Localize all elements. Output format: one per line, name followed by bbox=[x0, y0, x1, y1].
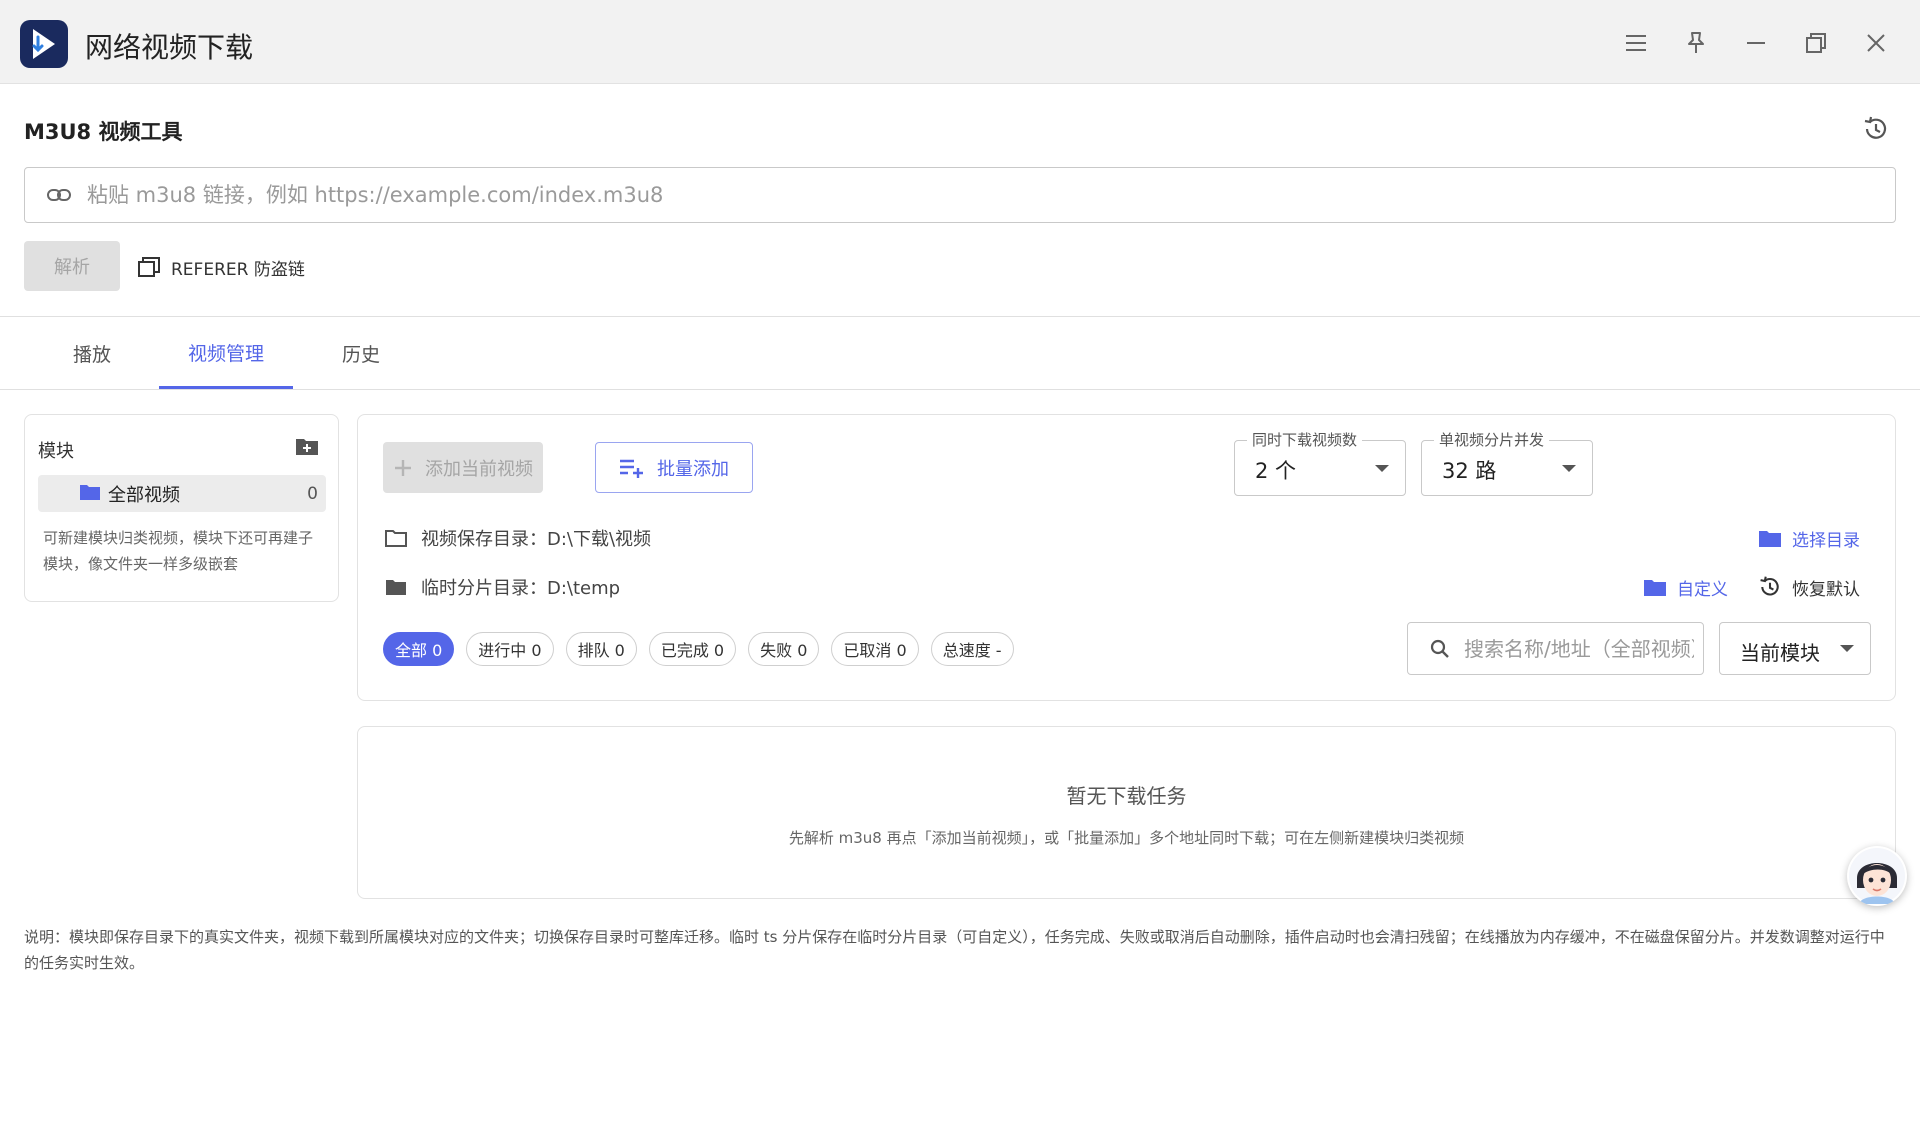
module-item-all-videos[interactable]: 全部视频 0 bbox=[38, 475, 326, 512]
dropdown-arrow-icon bbox=[1375, 465, 1389, 472]
restore-icon[interactable] bbox=[1799, 26, 1833, 60]
total-speed-badge: 总速度 - bbox=[930, 632, 1014, 666]
section-title: M3U8 视频工具 bbox=[24, 120, 183, 144]
batch-add-label: 批量添加 bbox=[657, 458, 729, 480]
module-description: 可新建模块归类视频，模块下还可再建子模块，像文件夹一样多级嵌套 bbox=[43, 529, 314, 573]
plus-icon bbox=[393, 458, 413, 478]
task-list-panel: 暂无下载任务 先解析 m3u8 再点「添加当前视频」，或「批量添加」多个地址同时… bbox=[357, 726, 1896, 899]
segment-concurrency-label: 单视频分片并发 bbox=[1434, 429, 1550, 450]
filter-failed[interactable]: 失败 0 bbox=[748, 632, 820, 666]
tab-play[interactable]: 播放 bbox=[52, 318, 132, 389]
app-logo bbox=[20, 20, 68, 68]
parse-button[interactable]: 解析 bbox=[24, 241, 120, 291]
close-icon[interactable] bbox=[1859, 26, 1893, 60]
save-directory-label: 视频保存目录：D:\下载\视频 bbox=[421, 529, 652, 550]
link-icon bbox=[47, 188, 71, 202]
concurrent-videos-value: 2 个 bbox=[1255, 459, 1297, 483]
module-item-label: 全部视频 bbox=[108, 484, 180, 506]
tab-video-management[interactable]: 视频管理 bbox=[159, 318, 293, 389]
folder-icon bbox=[1758, 529, 1782, 548]
concurrent-videos-label: 同时下载视频数 bbox=[1247, 429, 1363, 450]
tab-history[interactable]: 历史 bbox=[321, 318, 401, 389]
folder-icon bbox=[79, 483, 101, 501]
assistant-avatar[interactable] bbox=[1847, 846, 1907, 906]
app-title: 网络视频下载 bbox=[85, 31, 254, 64]
choose-directory-button[interactable]: 选择目录 bbox=[1758, 522, 1860, 554]
menu-icon[interactable] bbox=[1619, 26, 1653, 60]
filter-in-progress[interactable]: 进行中 0 bbox=[466, 632, 554, 666]
history-icon[interactable] bbox=[1862, 115, 1890, 143]
status-filter-bar: 全部 0 进行中 0 排队 0 已完成 0 失败 0 已取消 0 总速度 - bbox=[383, 632, 1014, 666]
search-scope-select[interactable]: 当前模块 bbox=[1719, 622, 1871, 675]
download-manager-panel: 添加当前视频 批量添加 同时下载视频数 2 个 单视频分片并发 32 路 视频保… bbox=[357, 414, 1896, 701]
folder-icon bbox=[385, 578, 407, 596]
custom-temp-directory-label: 自定义 bbox=[1677, 579, 1728, 600]
search-scope-value: 当前模块 bbox=[1740, 641, 1820, 665]
empty-state-description: 先解析 m3u8 再点「添加当前视频」，或「批量添加」多个地址同时下载；可在左侧… bbox=[788, 829, 1465, 847]
filter-completed[interactable]: 已完成 0 bbox=[648, 632, 737, 666]
module-panel: 模块 全部视频 0 可新建模块归类视频，模块下还可再建子模块，像文件夹一样多级嵌… bbox=[24, 414, 339, 602]
module-item-count: 0 bbox=[307, 483, 318, 504]
divider bbox=[0, 316, 1920, 317]
m3u8-url-input[interactable] bbox=[87, 183, 1895, 207]
task-search-box[interactable] bbox=[1407, 622, 1704, 675]
url-input-box[interactable] bbox=[24, 167, 1896, 223]
folder-icon bbox=[1643, 578, 1667, 597]
referer-icon bbox=[137, 256, 161, 278]
module-panel-title: 模块 bbox=[38, 441, 74, 462]
title-bar: 网络视频下载 bbox=[0, 0, 1920, 84]
playlist-add-icon bbox=[619, 458, 645, 478]
filter-all[interactable]: 全部 0 bbox=[383, 632, 455, 666]
task-search-input[interactable] bbox=[1464, 636, 1694, 661]
new-folder-icon[interactable] bbox=[295, 435, 321, 461]
minimize-icon[interactable] bbox=[1739, 26, 1773, 60]
temp-directory-label: 临时分片目录：D:\temp bbox=[421, 578, 621, 599]
restore-default-label: 恢复默认 bbox=[1792, 579, 1860, 600]
dropdown-arrow-icon bbox=[1562, 465, 1576, 472]
batch-add-button[interactable]: 批量添加 bbox=[595, 442, 753, 493]
usage-note: 说明：模块即保存目录下的真实文件夹，视频下载到所属模块对应的文件夹；切换保存目录… bbox=[24, 928, 1885, 972]
pin-icon[interactable] bbox=[1679, 26, 1713, 60]
temp-directory-row: 临时分片目录：D:\temp bbox=[385, 571, 620, 603]
filter-cancelled[interactable]: 已取消 0 bbox=[831, 632, 919, 666]
history-icon bbox=[1758, 575, 1782, 599]
folder-outline-icon bbox=[385, 529, 407, 547]
segment-concurrency-value: 32 路 bbox=[1442, 459, 1497, 483]
empty-state-title: 暂无下载任务 bbox=[1066, 784, 1187, 808]
dropdown-arrow-icon bbox=[1840, 645, 1854, 652]
add-current-video-label: 添加当前视频 bbox=[425, 458, 533, 480]
segment-concurrency-select[interactable]: 单视频分片并发 32 路 bbox=[1421, 429, 1593, 496]
search-icon bbox=[1430, 639, 1450, 659]
save-directory-row: 视频保存目录：D:\下载\视频 bbox=[385, 522, 651, 554]
custom-temp-directory-button[interactable]: 自定义 bbox=[1643, 571, 1728, 603]
concurrent-videos-select[interactable]: 同时下载视频数 2 个 bbox=[1234, 429, 1406, 496]
add-current-video-button[interactable]: 添加当前视频 bbox=[383, 442, 543, 493]
referer-toggle[interactable]: REFERER 防盗链 bbox=[137, 252, 305, 282]
filter-queued[interactable]: 排队 0 bbox=[565, 632, 637, 666]
restore-default-button[interactable]: 恢复默认 bbox=[1758, 571, 1860, 603]
referer-label: REFERER 防盗链 bbox=[171, 259, 305, 280]
choose-directory-label: 选择目录 bbox=[1792, 530, 1860, 551]
tab-bar: 播放 视频管理 历史 bbox=[0, 318, 1920, 390]
